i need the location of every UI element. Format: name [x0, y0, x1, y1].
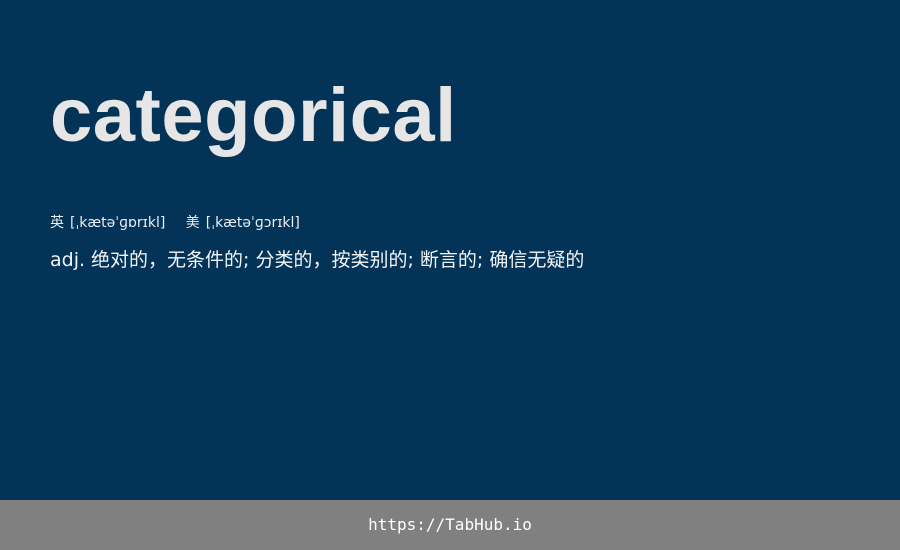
us-phonetic-text: [ˌkætəˈɡɔrɪkl]: [205, 215, 300, 231]
us-phonetic: 美 [ˌkætəˈɡɔrɪkl]: [186, 212, 300, 234]
uk-phonetic: 英 [ˌkætəˈɡɒrɪkl]: [50, 212, 165, 234]
uk-phonetic-label: 英: [50, 215, 64, 231]
headword: categorical: [50, 73, 457, 158]
word-card: categorical 英 [ˌkætəˈɡɒrɪkl] 美 [ˌkætəˈɡɔrɪ…: [0, 0, 900, 500]
definition-text: 绝对的，无条件的; 分类的，按类别的; 断言的; 确信无疑的: [91, 249, 585, 271]
part-of-speech: adj.: [50, 249, 86, 271]
footer-bar: https://TabHub.io: [0, 500, 900, 550]
tabhub-link[interactable]: https://TabHub.io: [368, 500, 532, 550]
us-phonetic-label: 美: [185, 215, 200, 231]
phonetics-row: 英 [ˌkætəˈɡɒrɪkl] 美 [ˌkætəˈɡɔrɪkl]: [50, 212, 316, 234]
uk-phonetic-text: [ˌkætəˈɡɒrɪkl]: [70, 215, 166, 231]
definition-row: adj. 绝对的，无条件的; 分类的，按类别的; 断言的; 确信无疑的: [50, 246, 584, 274]
